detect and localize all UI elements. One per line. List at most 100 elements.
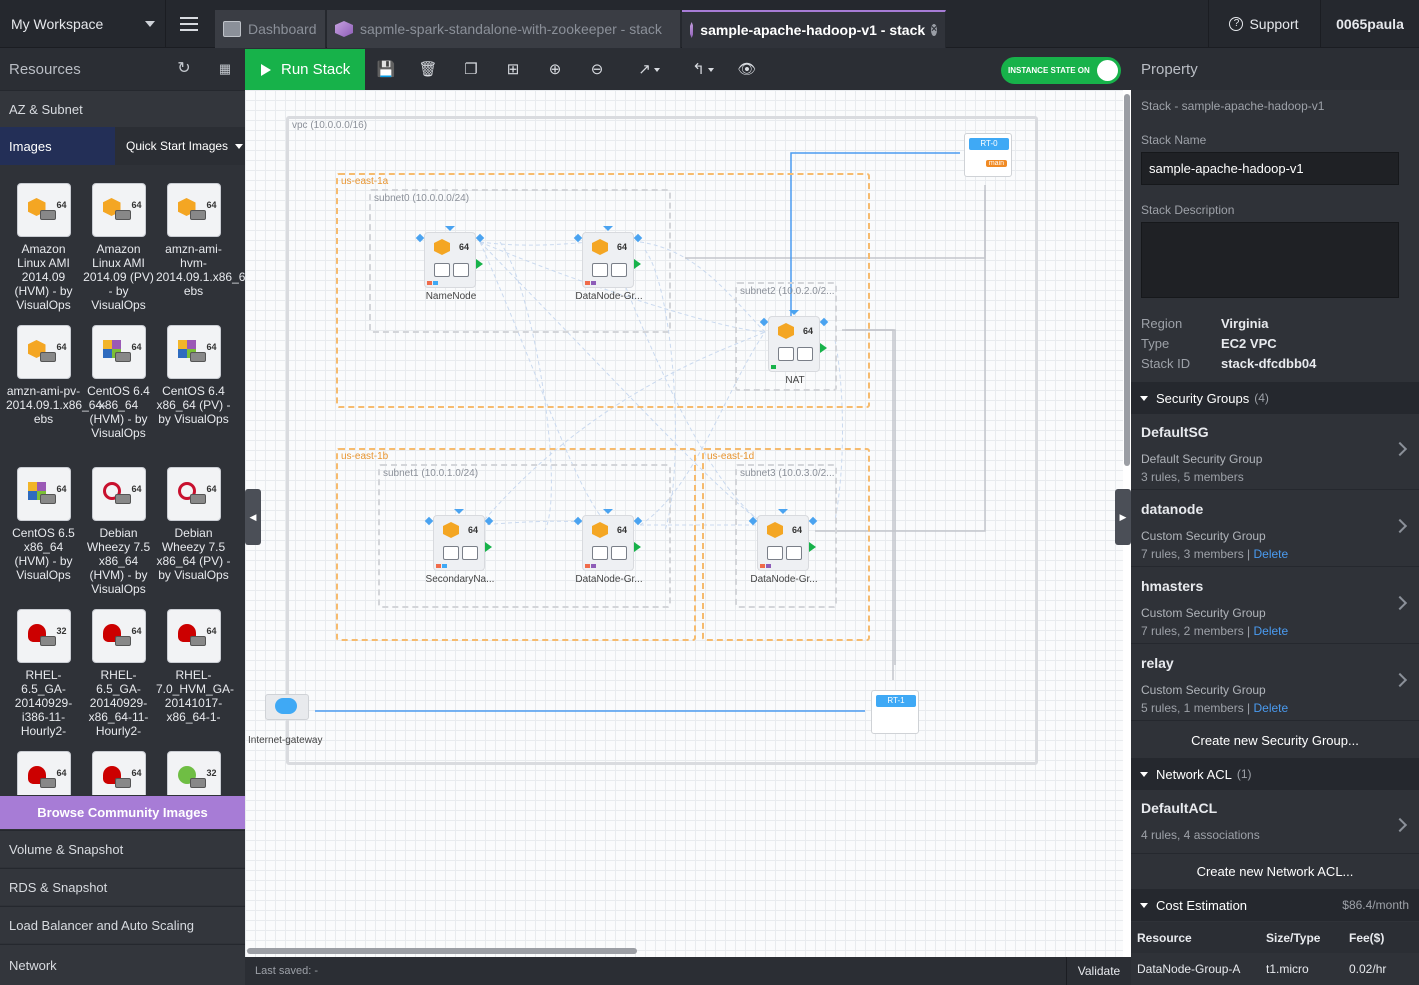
section-count: (1): [1236, 767, 1252, 781]
user-icon: [611, 546, 627, 560]
stack-breadcrumb: Stack - sample-apache-hadoop-v1: [1141, 99, 1325, 113]
ami-item[interactable]: 64 CentOS 6.5 x86_64 (HVM) - by VisualOps: [6, 467, 81, 582]
collapse-right-panel-handle[interactable]: ▶: [1115, 489, 1131, 545]
security-group-item[interactable]: hmasters Custom Security Group 7 rules, 2 …: [1131, 568, 1419, 644]
network-acl-item[interactable]: DefaultACL 4 rules, 4 associations: [1131, 790, 1419, 854]
resources-panel: Resources ↻ ▦ AZ & Subnet Images Quick S…: [0, 49, 245, 985]
ami-item[interactable]: 64 CentOS 6.4 x86_64 (HVM) - by VisualOps: [81, 325, 156, 440]
workspace-selector[interactable]: My Workspace: [0, 0, 166, 48]
collapse-left-panel-handle[interactable]: ◀: [245, 489, 261, 545]
tab-hadoop-stack[interactable]: sample-apache-hadoop-v1 - stack ×: [682, 10, 946, 48]
aws-logo-icon: [592, 239, 608, 255]
ami-bits: 32: [56, 626, 67, 636]
disk-icon: [114, 494, 131, 504]
instance-state-toggle[interactable]: INSTANCE STATE ON: [1001, 57, 1121, 84]
tab-dashboard[interactable]: Dashboard: [215, 10, 326, 48]
instance-node[interactable]: 64 NAT: [759, 310, 829, 386]
accordion-label: RDS & Snapshot: [9, 879, 108, 895]
type-row: Type EC2 VPC: [1141, 334, 1277, 354]
route-table-rt-1[interactable]: RT-1: [871, 690, 919, 734]
scrollbar-thumb[interactable]: [247, 948, 637, 954]
ami-item[interactable]: 64 Debian Wheezy 7.5 x86_64 (HVM) - by Vi…: [81, 467, 156, 596]
ami-item[interactable]: 64 amzn-ami-hvm-2014.09.1.x86_64-ebs: [156, 183, 245, 298]
grid-view-icon[interactable]: ▦: [217, 61, 233, 77]
design-canvas[interactable]: vpc (10.0.0.0/16) us-east-1a us-east-1b …: [245, 90, 1123, 957]
chevron-right-icon: [1392, 518, 1408, 534]
ami-item[interactable]: 64: [81, 751, 156, 795]
bits-label: 64: [616, 525, 627, 535]
accordion-az-subnet[interactable]: AZ & Subnet: [0, 90, 245, 127]
ami-item[interactable]: 32 RHEL-6.5_GA-20140929-i386-11-Hourly2-: [6, 609, 81, 738]
instance-node[interactable]: 64 DataNode-Gr...: [573, 509, 643, 585]
accordion-network[interactable]: Network: [0, 944, 245, 985]
validate-button[interactable]: Validate: [1066, 957, 1131, 985]
button-label: Browse Community Images: [37, 805, 208, 820]
accordion-rds-snapshot[interactable]: RDS & Snapshot: [0, 868, 245, 905]
zoom-out-icon[interactable]: ⊖: [587, 60, 607, 80]
ami-item[interactable]: 64 RHEL-6.5_GA-20140929-x86_64-11-Hourly2…: [81, 609, 156, 738]
instance-node[interactable]: 64 DataNode-Gr...: [748, 509, 818, 585]
security-groups-section-header[interactable]: Security Groups (4): [1131, 382, 1419, 414]
security-group-item[interactable]: datanode Custom Security Group 7 rules, 3 …: [1131, 491, 1419, 567]
instance-node[interactable]: 64 SecondaryNa...: [424, 509, 494, 585]
instance-node[interactable]: 64 DataNode-Gr...: [573, 226, 643, 302]
ami-item[interactable]: 64 Amazon Linux AMI 2014.09 (PV) - by Vis…: [81, 183, 156, 312]
delete-link[interactable]: Delete: [1254, 624, 1289, 638]
tab-quick-start-images[interactable]: Quick Start Images: [116, 127, 245, 165]
export-icon[interactable]: ↗: [631, 60, 667, 80]
duplicate-icon[interactable]: ❐: [461, 60, 481, 80]
disk-icon: [189, 778, 206, 788]
cost-estimation-section-header[interactable]: Cost Estimation $86.4/month: [1131, 889, 1419, 921]
line-style-icon[interactable]: ↰: [685, 60, 721, 80]
disk-icon: [39, 210, 56, 220]
refresh-icon[interactable]: ↻: [176, 61, 192, 77]
ami-item[interactable]: 64 Amazon Linux AMI 2014.09 (HVM) - by Vi…: [6, 183, 81, 312]
browse-community-images-button[interactable]: Browse Community Images: [0, 796, 245, 829]
visibility-icon[interactable]: 👁: [737, 60, 757, 80]
button-label: Create new Network ACL...: [1196, 863, 1354, 879]
instance-node[interactable]: 64 NameNode: [415, 226, 485, 302]
run-stack-button[interactable]: Run Stack: [245, 49, 365, 90]
ami-icon: 64: [166, 325, 221, 379]
save-icon[interactable]: 💾: [376, 60, 396, 80]
tab-images[interactable]: Images: [0, 127, 115, 165]
support-button[interactable]: ? Support: [1208, 0, 1319, 48]
route-table-rt-0[interactable]: RT-0 main: [964, 133, 1012, 177]
chevron-right-icon: [1392, 817, 1408, 833]
sg-rules: 7 rules, 3 members |: [1141, 547, 1254, 561]
close-icon[interactable]: ×: [931, 24, 937, 36]
delete-icon[interactable]: 🗑: [418, 60, 438, 80]
ami-list: 64 Amazon Linux AMI 2014.09 (HVM) - by Vi…: [0, 167, 245, 795]
create-network-acl-button[interactable]: Create new Network ACL...: [1131, 854, 1419, 888]
internet-gateway[interactable]: Internet-gateway: [248, 688, 323, 746]
accordion-label: AZ & Subnet: [9, 101, 83, 117]
ami-item[interactable]: 64 Debian Wheezy 7.5 x86_64 (PV) - by Vis…: [156, 467, 231, 582]
scrollbar-thumb[interactable]: [1124, 94, 1130, 466]
new-stack-icon[interactable]: ⊞: [503, 60, 523, 80]
ami-item[interactable]: 32: [156, 751, 231, 795]
stack-name-input[interactable]: sample-apache-hadoop-v1: [1141, 152, 1399, 185]
canvas-horizontal-scrollbar[interactable]: [245, 946, 1123, 956]
security-group-item[interactable]: relay Custom Security Group 5 rules, 1 mem…: [1131, 645, 1419, 721]
canvas-toolbar: Run Stack 💾 🗑 ❐ ⊞ ⊕ ⊖ ↗ ↰ 👁 INSTANCE STA…: [245, 49, 1131, 90]
ami-item[interactable]: 64 amzn-ami-pv-2014.09.1.x86_64-ebs: [6, 325, 106, 426]
zoom-in-icon[interactable]: ⊕: [545, 60, 565, 80]
ami-item[interactable]: 64: [6, 751, 81, 795]
hamburger-menu-button[interactable]: [167, 0, 211, 48]
delete-link[interactable]: Delete: [1254, 547, 1289, 561]
ami-item[interactable]: 64 RHEL-7.0_HVM_GA-20141017-x86_64-1-: [156, 609, 234, 724]
security-group-item[interactable]: DefaultSG Default Security Group 3 rules, …: [1131, 414, 1419, 490]
chevron-down-icon: [235, 143, 244, 149]
create-security-group-button[interactable]: Create new Security Group...: [1131, 723, 1419, 757]
stack-description-input[interactable]: [1141, 222, 1399, 298]
accordion-load-balancer[interactable]: Load Balancer and Auto Scaling: [0, 906, 245, 943]
accordion-label: Volume & Snapshot: [9, 841, 124, 857]
network-acl-section-header[interactable]: Network ACL (1): [1131, 758, 1419, 790]
accordion-volume-snapshot[interactable]: Volume & Snapshot: [0, 830, 245, 867]
delete-link[interactable]: Delete: [1254, 701, 1289, 715]
ami-item[interactable]: 64 CentOS 6.4 x86_64 (PV) - by VisualOps: [156, 325, 231, 426]
ami-name: CentOS 6.5 x86_64 (HVM) - by VisualOps: [12, 526, 75, 582]
workspace-label: My Workspace: [11, 16, 104, 32]
user-menu[interactable]: 0065paula: [1320, 0, 1419, 48]
tab-spark-stack[interactable]: sapmle-spark-standalone-with-zookeeper -…: [327, 10, 681, 48]
